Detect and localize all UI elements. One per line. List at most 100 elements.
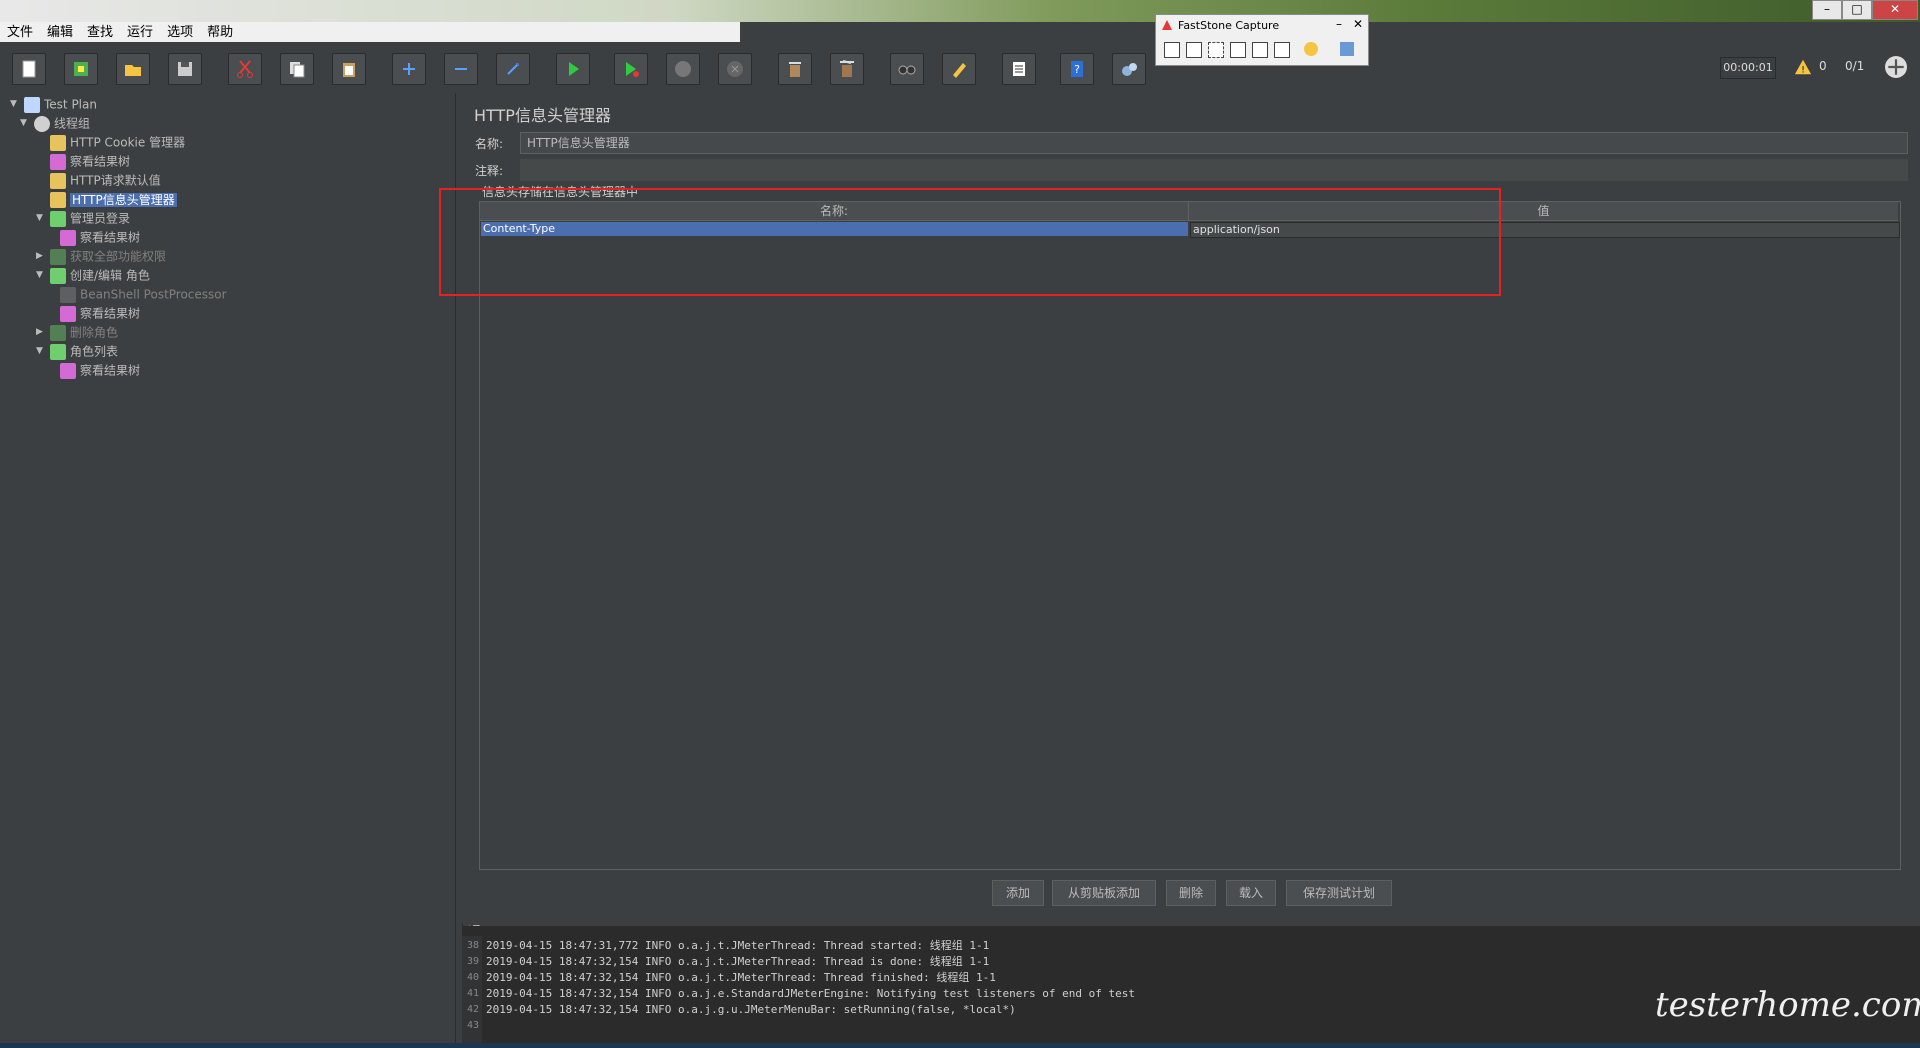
shutdown-button[interactable] bbox=[718, 53, 752, 85]
faststone-close-button[interactable]: ✕ bbox=[1353, 17, 1363, 31]
new-button[interactable] bbox=[12, 53, 46, 85]
menu-run[interactable]: 运行 bbox=[120, 22, 160, 43]
tree-node[interactable]: ▼ 线程组 bbox=[20, 114, 90, 132]
capture-fullscreen-icon[interactable] bbox=[1252, 42, 1268, 58]
tree-node[interactable]: 察看结果树 bbox=[50, 152, 130, 170]
save-test-plan-button[interactable]: 保存测试计划 bbox=[1286, 880, 1392, 906]
tree-node[interactable]: ▼ 管理员登录 bbox=[36, 209, 130, 227]
expanded-toggle-icon[interactable]: ▼ bbox=[10, 95, 20, 113]
tree-node[interactable]: ▼ 角色列表 bbox=[36, 342, 118, 360]
shutdown-icon bbox=[727, 61, 743, 77]
capture-output-icon[interactable] bbox=[1340, 42, 1354, 56]
log-line-number: 42 bbox=[466, 1004, 479, 1015]
copy-button[interactable] bbox=[280, 53, 314, 85]
highlight-annotation bbox=[439, 188, 1501, 296]
tree-node[interactable]: HTTP请求默认值 bbox=[50, 171, 161, 189]
clear-button[interactable] bbox=[778, 53, 812, 85]
search-icon bbox=[898, 65, 916, 75]
tree-node[interactable]: ▼ 创建/编辑 角色 bbox=[36, 266, 150, 284]
tree-node[interactable]: BeanShell PostProcessor bbox=[60, 285, 227, 303]
log-line: 2019-04-15 18:47:32,154 INFO o.a.j.g.u.J… bbox=[486, 1003, 1016, 1016]
cut-button[interactable] bbox=[228, 53, 262, 85]
expanded-toggle-icon[interactable]: ▼ bbox=[20, 114, 30, 132]
faststone-logo-icon bbox=[1162, 20, 1172, 30]
menu-help[interactable]: 帮助 bbox=[200, 22, 240, 43]
close-button[interactable]: ✕ bbox=[1872, 0, 1918, 20]
elapsed-timer: 00:00:01 bbox=[1720, 57, 1776, 79]
menu-search[interactable]: 查找 bbox=[80, 22, 120, 43]
templates-button[interactable] bbox=[64, 53, 98, 85]
start-no-pause-button[interactable] bbox=[614, 53, 648, 85]
capture-window-icon[interactable] bbox=[1164, 42, 1180, 58]
tree-node[interactable]: ▶ 获取全部功能权限 bbox=[36, 247, 167, 265]
help-button[interactable]: ? bbox=[1060, 53, 1094, 85]
taskbar bbox=[0, 1043, 1920, 1048]
faststone-minimize-button[interactable]: – bbox=[1336, 17, 1342, 31]
start-button[interactable] bbox=[556, 53, 590, 85]
new-icon bbox=[22, 60, 36, 78]
log-line: 2019-04-15 18:47:32,154 INFO o.a.j.t.JMe… bbox=[486, 955, 990, 968]
log-line-number: 38 bbox=[466, 940, 479, 951]
collapsed-toggle-icon[interactable]: ▶ bbox=[36, 247, 46, 265]
tree-node[interactable]: 察看结果树 bbox=[60, 361, 140, 379]
capture-freehand-icon[interactable] bbox=[1230, 42, 1246, 58]
log-line: 2019-04-15 18:47:32,154 INFO o.a.j.t.JMe… bbox=[486, 971, 996, 984]
maximize-button[interactable]: □ bbox=[1842, 0, 1872, 20]
open-icon bbox=[125, 65, 141, 76]
expanded-toggle-icon[interactable]: ▼ bbox=[36, 266, 46, 284]
name-label: 名称: bbox=[475, 137, 504, 151]
capture-scrolling-icon[interactable] bbox=[1274, 42, 1290, 58]
postprocessor-icon bbox=[60, 286, 76, 303]
minimize-button[interactable]: – bbox=[1812, 0, 1842, 20]
tree-node[interactable]: ▼ Test Plan bbox=[10, 95, 97, 113]
menu-file[interactable]: 文件 bbox=[0, 22, 40, 43]
add-from-clipboard-button[interactable]: 从剪贴板添加 bbox=[1052, 880, 1156, 906]
toggle-button[interactable] bbox=[496, 53, 530, 85]
globe-icon[interactable] bbox=[1885, 56, 1907, 78]
tree-node[interactable]: 察看结果树 bbox=[60, 228, 140, 246]
capture-rectangle-icon[interactable] bbox=[1208, 42, 1224, 58]
remote-button[interactable] bbox=[1112, 53, 1146, 85]
capture-settings-icon[interactable] bbox=[1304, 42, 1318, 56]
menu-options[interactable]: 选项 bbox=[160, 22, 200, 43]
tree-node[interactable]: ▶ 删除角色 bbox=[36, 323, 118, 341]
toggle-icon bbox=[507, 63, 519, 75]
expanded-toggle-icon[interactable]: ▼ bbox=[36, 342, 46, 360]
tree-node-label: 察看结果树 bbox=[70, 154, 131, 169]
tree-node-label: 获取全部功能权限 bbox=[70, 249, 167, 264]
log-line-number: 40 bbox=[466, 972, 479, 983]
expand-button[interactable] bbox=[392, 53, 426, 85]
search-button[interactable] bbox=[890, 53, 924, 85]
tree-node[interactable]: HTTP信息头管理器 bbox=[50, 190, 177, 208]
tree-node[interactable]: 察看结果树 bbox=[60, 304, 140, 322]
delete-button[interactable]: 删除 bbox=[1166, 880, 1216, 906]
open-button[interactable] bbox=[116, 53, 150, 85]
load-button[interactable]: 载入 bbox=[1226, 880, 1276, 906]
sampler-icon bbox=[50, 267, 66, 284]
tree-node-label: HTTP信息头管理器 bbox=[70, 192, 177, 207]
window-title-bar bbox=[0, 0, 1920, 22]
expanded-toggle-icon[interactable]: ▼ bbox=[36, 209, 46, 227]
stop-button[interactable] bbox=[666, 53, 700, 85]
paste-button[interactable] bbox=[332, 53, 366, 85]
listener-icon bbox=[50, 153, 66, 170]
help-icon: ? bbox=[1071, 61, 1083, 77]
start-no-pause-icon bbox=[626, 62, 639, 77]
comment-field[interactable] bbox=[520, 159, 1908, 181]
config-tool-icon bbox=[50, 134, 66, 151]
log-gutter: 38 39 40 41 42 43 bbox=[462, 936, 482, 1043]
tree-node[interactable]: HTTP Cookie 管理器 bbox=[50, 133, 185, 151]
save-button[interactable] bbox=[168, 53, 202, 85]
copy-icon bbox=[290, 62, 305, 78]
collapsed-toggle-icon[interactable]: ▶ bbox=[36, 323, 46, 341]
add-button[interactable]: 添加 bbox=[992, 880, 1044, 906]
capture-object-icon[interactable] bbox=[1186, 42, 1202, 58]
collapse-button[interactable] bbox=[444, 53, 478, 85]
name-field[interactable]: HTTP信息头管理器 bbox=[520, 132, 1908, 154]
comment-label: 注释: bbox=[475, 164, 504, 178]
function-helper-button[interactable] bbox=[1002, 53, 1036, 85]
reset-search-button[interactable] bbox=[942, 53, 976, 85]
log-line-number: 39 bbox=[466, 956, 479, 967]
clear-all-button[interactable] bbox=[830, 53, 864, 85]
menu-edit[interactable]: 编辑 bbox=[40, 22, 80, 43]
